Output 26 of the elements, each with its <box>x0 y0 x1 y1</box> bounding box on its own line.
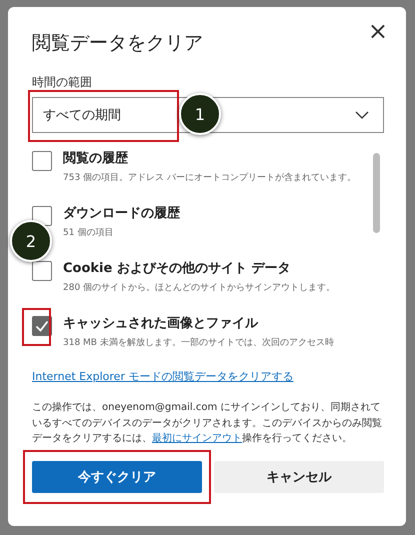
option-description: 753 個の項目。アドレス バーにオートコンプリートが含まれています。 <box>63 171 356 184</box>
checkbox[interactable] <box>32 206 52 226</box>
checkbox[interactable] <box>32 261 52 281</box>
close-button[interactable]: × <box>364 19 392 43</box>
option-description: 51 個の項目 <box>63 227 114 239</box>
option-title: キャッシュされた画像とファイル <box>63 315 260 332</box>
option-title: Cookie およびその他のサイト データ <box>63 260 292 277</box>
cancel-button[interactable]: キャンセル <box>214 460 384 492</box>
scrollbar[interactable] <box>373 153 380 233</box>
checkbox[interactable] <box>32 316 52 336</box>
dialog-title: 閲覧データをクリア <box>32 31 203 56</box>
sync-notice: この操作では、oneyenom@gmail.com にサインインしており、同期されているすべてのデバイスのデータがクリアされます。このデバイスからのみ閲覧データをクリアするには、最初にサインアウト 操作を行ってください。 <box>32 400 383 446</box>
highlight-frame <box>22 308 51 346</box>
checkbox[interactable] <box>32 151 52 171</box>
field-label: 時間の範囲 <box>32 74 93 91</box>
clear-now-button[interactable]: 今すぐクリア <box>32 460 202 492</box>
step-badge: 1 <box>179 93 221 135</box>
option-title: 閲覧の履歴 <box>63 150 129 167</box>
option-description: 318 MB 未満を解放します。一部のサイトでは、次回のアクセス時 <box>63 336 334 349</box>
option-title: ダウンロードの履歴 <box>63 205 180 222</box>
checkmark-icon <box>35 320 49 332</box>
sign-out-link[interactable]: 最初にサインアウト <box>152 433 242 444</box>
ie-mode-link[interactable]: Internet Explorer モードの閲覧データをクリアする <box>32 369 294 384</box>
chevron-down-icon <box>355 111 369 119</box>
option-description: 280 個のサイトから。ほとんどのサイトからサインアウトします。 <box>63 282 336 294</box>
step-badge: 2 <box>10 220 52 262</box>
